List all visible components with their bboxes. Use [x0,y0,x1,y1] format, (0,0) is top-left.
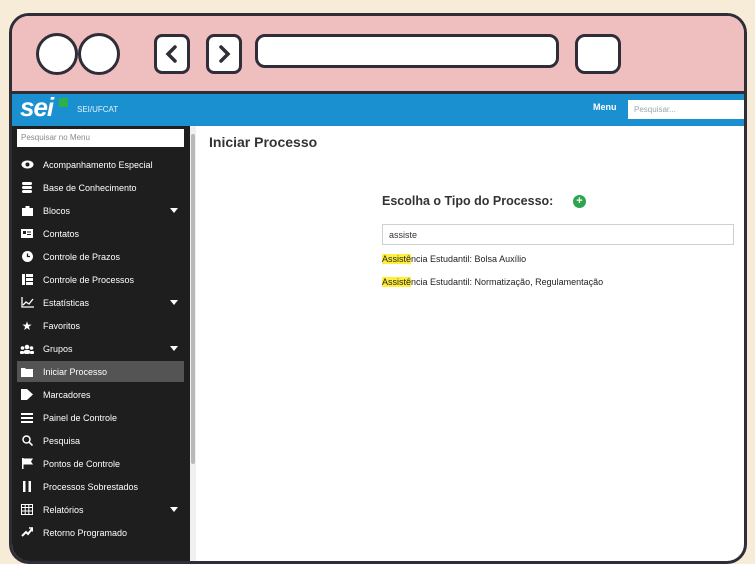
sidebar-item-label: Base de Conhecimento [43,182,137,193]
clock-icon [17,251,37,262]
sidebar-item-controle-prazos[interactable]: Controle de Prazos [17,246,184,267]
logo-dot [59,98,68,107]
sidebar-item-label: Retorno Programado [43,527,128,538]
extension-button[interactable] [575,34,621,74]
sidebar-item-label: Relatórios [43,504,84,515]
sidebar-item-base-conhecimento[interactable]: Base de Conhecimento [17,177,184,198]
sidebar-item-painel-controle[interactable]: Painel de Controle [17,407,184,428]
app-header: sei SEI/UFCAT Menu Pesquisar... [12,92,744,126]
window-control-1[interactable] [36,33,78,75]
global-search-input[interactable]: Pesquisar... [628,100,744,119]
sidebar-menu: Pesquisar no Menu Acompanhamento Especia… [12,126,190,561]
sidebar-item-iniciar-processo[interactable]: Iniciar Processo [17,361,184,382]
briefcase-icon [17,205,37,216]
contact-card-icon [17,229,37,238]
back-button[interactable] [154,34,190,74]
pause-icon [17,481,37,492]
sidebar-item-blocos[interactable]: Blocos [17,200,184,221]
expand-arrow-icon[interactable] [170,507,178,512]
window-control-2[interactable] [78,33,120,75]
sidebar-item-acompanhamento[interactable]: Acompanhamento Especial [17,154,184,175]
tag-icon [17,389,37,400]
sidebar-item-label: Blocos [43,205,71,216]
sidebar-item-label: Iniciar Processo [43,366,108,377]
chart-icon [17,297,37,308]
sidebar-item-processos-sobrestados[interactable]: Processos Sobrestados [17,476,184,497]
sidebar-item-label: Processos Sobrestados [43,481,139,492]
menu-search-input[interactable]: Pesquisar no Menu [17,129,184,147]
forward-button[interactable] [206,34,242,74]
sei-logo[interactable]: sei [20,92,54,123]
flag-icon [17,458,37,469]
sidebar-item-pontos-controle[interactable]: Pontos de Controle [17,453,184,474]
chevron-right-icon [219,45,231,63]
process-type-option[interactable]: Assistência Estudantil: Normatização, Re… [382,277,603,287]
eye-icon [17,160,37,169]
panel-icon [17,412,37,423]
sidebar-item-controle-processos[interactable]: Controle de Processos [17,269,184,290]
option-text: ncia Estudantil: Bolsa Auxílio [411,254,527,264]
sidebar-item-label: Controle de Processos [43,274,135,285]
sidebar-item-label: Controle de Prazos [43,251,121,262]
sidebar-item-label: Acompanhamento Especial [43,159,153,170]
sidebar-item-label: Favoritos [43,320,81,331]
sidebar-item-relatorios[interactable]: Relatórios [17,499,184,520]
sidebar-item-label: Pesquisa [43,435,81,446]
sidebar-item-retorno-programado[interactable]: Retorno Programado [17,522,184,543]
sidebar-item-favoritos[interactable]: ★ Favoritos [17,315,184,336]
sidebar-item-label: Grupos [43,343,73,354]
add-plus-icon[interactable]: + [573,195,586,208]
browser-window: sei SEI/UFCAT Menu Pesquisar... Pesquisa… [9,13,747,564]
folder-icon [17,367,37,377]
sidebar-item-grupos[interactable]: Grupos [17,338,184,359]
sidebar-scrollbar[interactable] [190,126,196,561]
scrollbar-thumb[interactable] [191,134,195,464]
org-label: SEI/UFCAT [77,105,119,114]
list-icon [17,274,37,285]
chevron-left-icon [165,45,177,63]
return-icon [17,527,37,538]
expand-arrow-icon[interactable] [170,208,178,213]
sidebar-item-label: Estatísticas [43,297,90,308]
sidebar-item-marcadores[interactable]: Marcadores [17,384,184,405]
star-icon: ★ [21,318,33,333]
sidebar-item-estatisticas[interactable]: Estatísticas [17,292,184,313]
menu-toggle-link[interactable]: Menu [593,102,617,112]
match-highlight: Assistê [382,254,412,264]
address-bar[interactable] [255,34,559,68]
database-icon [17,182,37,193]
process-type-option[interactable]: Assistência Estudantil: Bolsa Auxílio [382,254,526,264]
option-text: ncia Estudantil: Normatização, Regulamen… [411,277,604,287]
expand-arrow-icon[interactable] [170,300,178,305]
table-icon [17,504,37,515]
sidebar-item-label: Pontos de Controle [43,458,121,469]
sidebar-item-contatos[interactable]: Contatos [17,223,184,244]
group-icon [17,344,37,354]
sidebar-item-label: Marcadores [43,389,91,400]
sidebar-item-label: Painel de Controle [43,412,118,423]
sidebar-item-label: Contatos [43,228,80,239]
browser-toolbar [12,16,744,94]
match-highlight: Assistê [382,277,412,287]
process-type-heading: Escolha o Tipo do Processo: [382,194,554,208]
process-type-filter-input[interactable]: assiste [382,224,734,245]
search-icon [17,435,37,446]
page-title: Iniciar Processo [209,134,318,150]
sidebar-item-pesquisa[interactable]: Pesquisa [17,430,184,451]
expand-arrow-icon[interactable] [170,346,178,351]
